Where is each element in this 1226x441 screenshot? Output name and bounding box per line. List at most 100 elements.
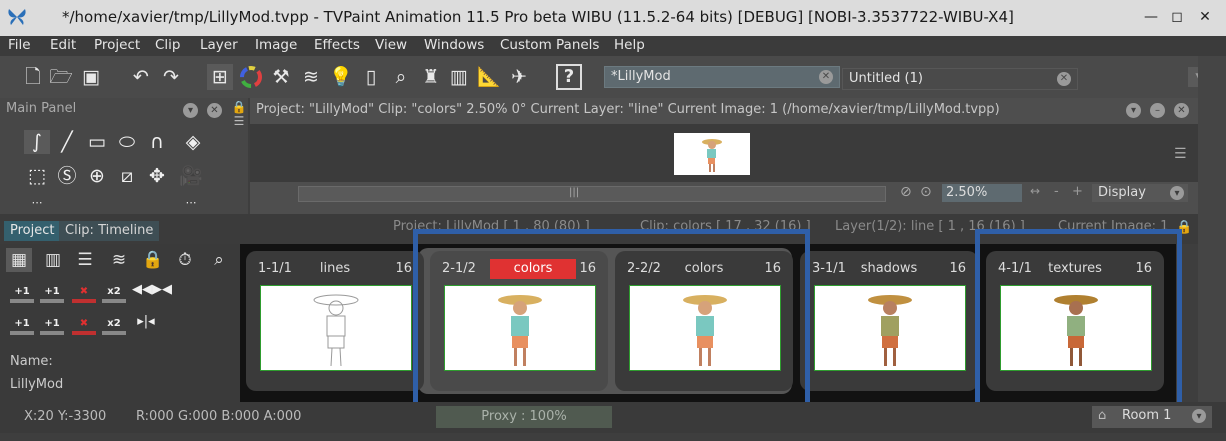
clip-card[interactable]: 1-1/1 lines 16	[246, 251, 424, 391]
curve-tool-icon[interactable]: ∩	[144, 130, 170, 154]
tab-clip-timeline[interactable]: Clip: Timeline	[59, 221, 160, 241]
delete-project-button[interactable]: ✖	[70, 318, 98, 336]
menu-view[interactable]: View	[375, 37, 407, 53]
clip-thumbnail[interactable]	[260, 285, 412, 371]
color-wheel-icon[interactable]	[238, 64, 264, 90]
menu-image[interactable]: Image	[255, 37, 297, 53]
ruler-icon[interactable]: 📐	[476, 64, 502, 90]
selection-tool-icon[interactable]: ⬚	[24, 164, 50, 188]
rectangle-tool-icon[interactable]: ▭	[84, 130, 110, 154]
search-zoom-icon[interactable]: ⌕	[388, 64, 414, 90]
save-icon[interactable]: ▣	[78, 64, 104, 90]
panel-close-icon[interactable]: ✕	[207, 103, 222, 118]
library-icon[interactable]: ▥	[446, 64, 472, 90]
clip-thumbnail[interactable]	[814, 285, 966, 371]
search-icon[interactable]: ⌕	[206, 248, 232, 272]
line-tool-icon[interactable]: ╱	[54, 130, 80, 154]
move-tool-icon[interactable]: ✥	[144, 164, 170, 188]
fill-tool-icon[interactable]: ◈	[180, 130, 206, 154]
more-tools-icon[interactable]: ⋯	[24, 196, 50, 210]
new-file-icon[interactable]: 🗋	[20, 64, 46, 90]
document-tab-inactive-label: Untitled (1)	[849, 71, 923, 86]
split-arrows-icon[interactable]: ▸|◂	[132, 315, 160, 334]
strip-menu-icon[interactable]: ☰	[1174, 146, 1187, 162]
tab-project[interactable]: Project	[4, 221, 61, 241]
menu-project[interactable]: Project	[94, 37, 140, 53]
stopwatch-icon[interactable]: ⏱	[172, 248, 198, 272]
ellipse-tool-icon[interactable]: ⬭	[114, 130, 140, 154]
add-clip-after-button[interactable]: +1	[38, 286, 66, 304]
more-tools-icon[interactable]: ⋯	[178, 196, 204, 210]
add-project-before-button[interactable]: +1	[8, 318, 36, 336]
document-tab-inactive[interactable]: Untitled (1) ✕	[842, 68, 1078, 90]
zoom-in-icon[interactable]: +	[1072, 184, 1083, 199]
panel-lock-icon[interactable]: 🔒 ☰	[230, 100, 248, 136]
display-dropdown[interactable]: Display ▾	[1092, 184, 1188, 202]
minimize-button[interactable]: —	[1140, 6, 1162, 28]
project-name-value[interactable]: LillyMod	[10, 377, 63, 392]
duplicate-project-button[interactable]: x2	[100, 318, 128, 336]
zoom-out-icon[interactable]: -	[1054, 184, 1059, 199]
cursor-coordinates: X:20 Y:-3300	[24, 409, 107, 424]
waveform-icon[interactable]: ≋	[106, 248, 132, 272]
zoom-tool-icon[interactable]: ⊕	[84, 164, 110, 188]
add-project-after-button[interactable]: +1	[38, 318, 66, 336]
chevron-down-icon: ▾	[1170, 186, 1184, 200]
maximize-button[interactable]: ◻	[1166, 6, 1188, 28]
horizontal-scrollbar[interactable]: |||	[298, 186, 886, 202]
remote-icon[interactable]: ▯	[358, 64, 384, 90]
panel-minimize-icon[interactable]: –	[1150, 103, 1165, 118]
magic-selection-icon[interactable]: Ⓢ	[54, 164, 80, 188]
menu-file[interactable]: File	[8, 37, 31, 53]
camera-tool-icon[interactable]: 🎥	[178, 164, 204, 188]
grid-view-icon[interactable]: ▦	[6, 248, 32, 272]
zoom-input[interactable]: 2.50%	[942, 184, 1022, 202]
panel-close-icon[interactable]: ✕	[1174, 103, 1189, 118]
list-view-icon[interactable]: ☰	[72, 248, 98, 272]
menu-custom-panels[interactable]: Custom Panels	[500, 37, 599, 53]
help-button[interactable]: ?	[556, 64, 582, 90]
fit-icon[interactable]: ↔	[1030, 184, 1040, 198]
scrollbar-grip[interactable]: |||	[569, 187, 579, 198]
stamp-icon[interactable]: ♜	[418, 64, 444, 90]
room-dropdown[interactable]: ⌂ Room 1 ▾	[1092, 406, 1212, 428]
close-document-icon[interactable]: ✕	[1057, 72, 1071, 86]
lock-icon[interactable]: 🔒	[140, 248, 166, 272]
menu-bar: File Edit Project Clip Layer Image Effec…	[0, 36, 1226, 56]
menu-layer[interactable]: Layer	[200, 37, 238, 53]
project-header: Project: "LillyMod" Clip: "colors" 2.50%…	[256, 102, 1000, 117]
open-folder-icon[interactable]: 🗁	[48, 64, 74, 90]
panel-menu-icon[interactable]: ▾	[1126, 103, 1141, 118]
add-clip-before-button[interactable]: +1	[8, 286, 36, 304]
color-readout: R:000 G:000 B:000 A:000	[136, 409, 302, 424]
panel-menu-icon[interactable]: ▾	[183, 103, 198, 118]
menu-windows[interactable]: Windows	[424, 37, 484, 53]
menu-effects[interactable]: Effects	[314, 37, 360, 53]
preview-thumbnail[interactable]	[674, 133, 750, 175]
layers-icon[interactable]: ≋	[298, 64, 324, 90]
close-window-button[interactable]: ✕	[1194, 6, 1216, 28]
duplicate-clip-button[interactable]: x2	[100, 286, 128, 304]
close-document-icon[interactable]: ✕	[819, 70, 833, 84]
undo-icon[interactable]: ↶	[128, 64, 154, 90]
toolbox-icon[interactable]: ⊞	[207, 64, 233, 90]
document-tab-active[interactable]: *LillyMod ✕	[604, 66, 840, 88]
menu-clip[interactable]: Clip	[155, 37, 181, 53]
target-icon[interactable]: ⊙	[920, 184, 932, 200]
delete-clip-button[interactable]: ✖	[70, 286, 98, 304]
columns-view-icon[interactable]: ▥	[40, 248, 66, 272]
rotate-icon[interactable]: ⊘	[900, 184, 912, 200]
transform-tool-icon[interactable]: ⧄	[114, 164, 140, 188]
brush-tools-icon[interactable]: ⚒	[268, 64, 294, 90]
menu-help[interactable]: Help	[614, 37, 645, 53]
move-clip-arrows-icon[interactable]: ◀◀▶◀	[132, 283, 172, 302]
plane-icon[interactable]: ✈	[506, 64, 532, 90]
clip-frame-count: 16	[395, 261, 412, 276]
lightbulb-icon[interactable]: 💡	[328, 64, 354, 90]
room-label: Room 1	[1122, 408, 1172, 423]
menu-edit[interactable]: Edit	[50, 37, 76, 53]
freehand-tool-icon[interactable]: ∫	[24, 130, 50, 154]
redo-icon[interactable]: ↷	[158, 64, 184, 90]
clip-card[interactable]: 3-1/1 shadows 16	[800, 251, 978, 391]
proxy-indicator[interactable]: Proxy : 100%	[436, 406, 612, 428]
